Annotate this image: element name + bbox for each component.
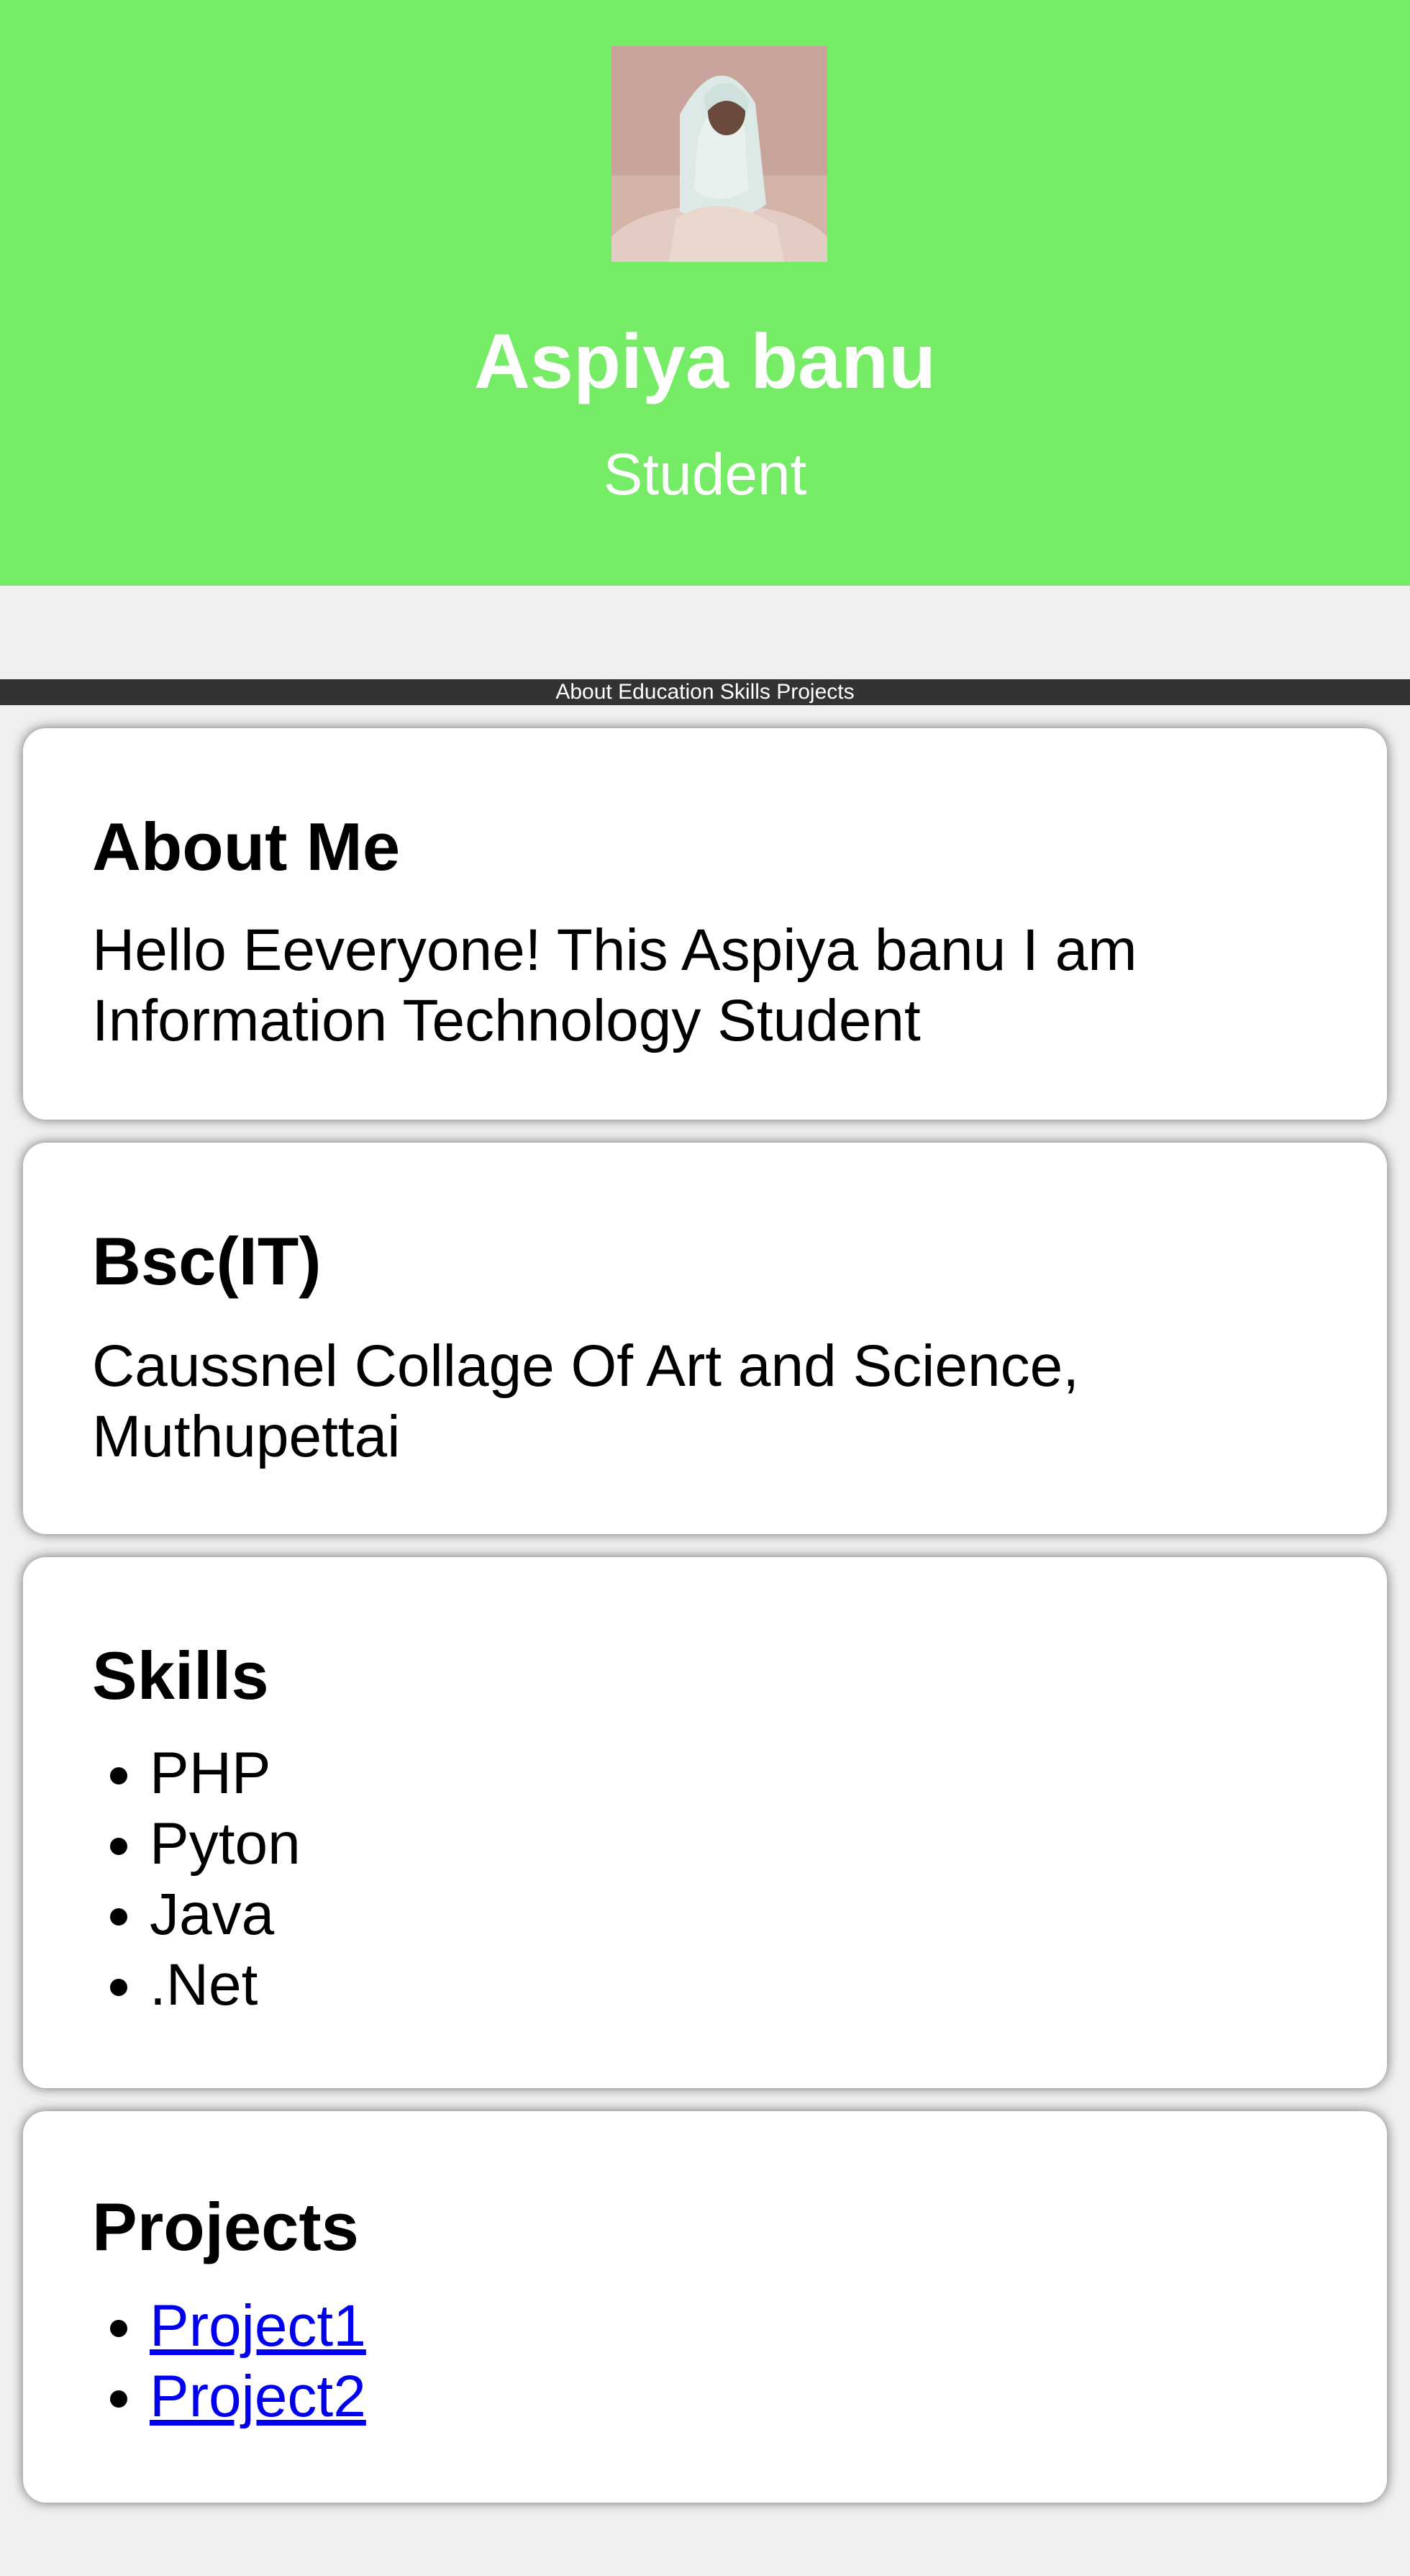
- nav-link-projects[interactable]: Projects: [776, 680, 854, 704]
- skill-item: Pyton: [150, 1809, 301, 1879]
- profile-photo-image: [611, 46, 827, 262]
- projects-list: Project1 Project2: [92, 2291, 366, 2432]
- project-link-1[interactable]: Project1: [150, 2293, 366, 2359]
- education-text: Caussnel Collage Of Art and Science, Mut…: [92, 1333, 1079, 1469]
- skill-item: .Net: [150, 1950, 301, 2021]
- education-heading: Bsc(IT): [92, 1223, 322, 1299]
- skills-section: Skills PHP Pyton Java .Net: [23, 1557, 1387, 2088]
- nav-link-education[interactable]: Education: [618, 680, 714, 704]
- nav-link-about[interactable]: About: [555, 680, 611, 704]
- projects-heading: Projects: [92, 2189, 359, 2264]
- projects-section: Projects Project1 Project2: [23, 2111, 1387, 2503]
- profile-photo: [611, 46, 827, 262]
- about-text: Hello Eeveryone! This Aspiya banu I am I…: [92, 917, 1137, 1053]
- top-nav: About Education Skills Projects: [0, 679, 1410, 705]
- nav-link-skills[interactable]: Skills: [720, 680, 770, 704]
- project-link-2[interactable]: Project2: [150, 2364, 366, 2429]
- education-section: Bsc(IT) Caussnel Collage Of Art and Scie…: [23, 1143, 1387, 1534]
- profile-name: Aspiya banu: [473, 317, 937, 404]
- profile-role: Student: [603, 442, 807, 507]
- skill-item: Java: [150, 1879, 301, 1950]
- skills-list: PHP Pyton Java .Net: [92, 1738, 301, 2021]
- project-item: Project2: [150, 2362, 366, 2432]
- skill-item: PHP: [150, 1738, 301, 1809]
- about-section: About Me Hello Eeveryone! This Aspiya ba…: [23, 728, 1387, 1120]
- skills-heading: Skills: [92, 1638, 269, 1713]
- about-heading: About Me: [92, 809, 401, 884]
- project-item: Project1: [150, 2291, 366, 2362]
- profile-header: Aspiya banu Student: [0, 0, 1410, 586]
